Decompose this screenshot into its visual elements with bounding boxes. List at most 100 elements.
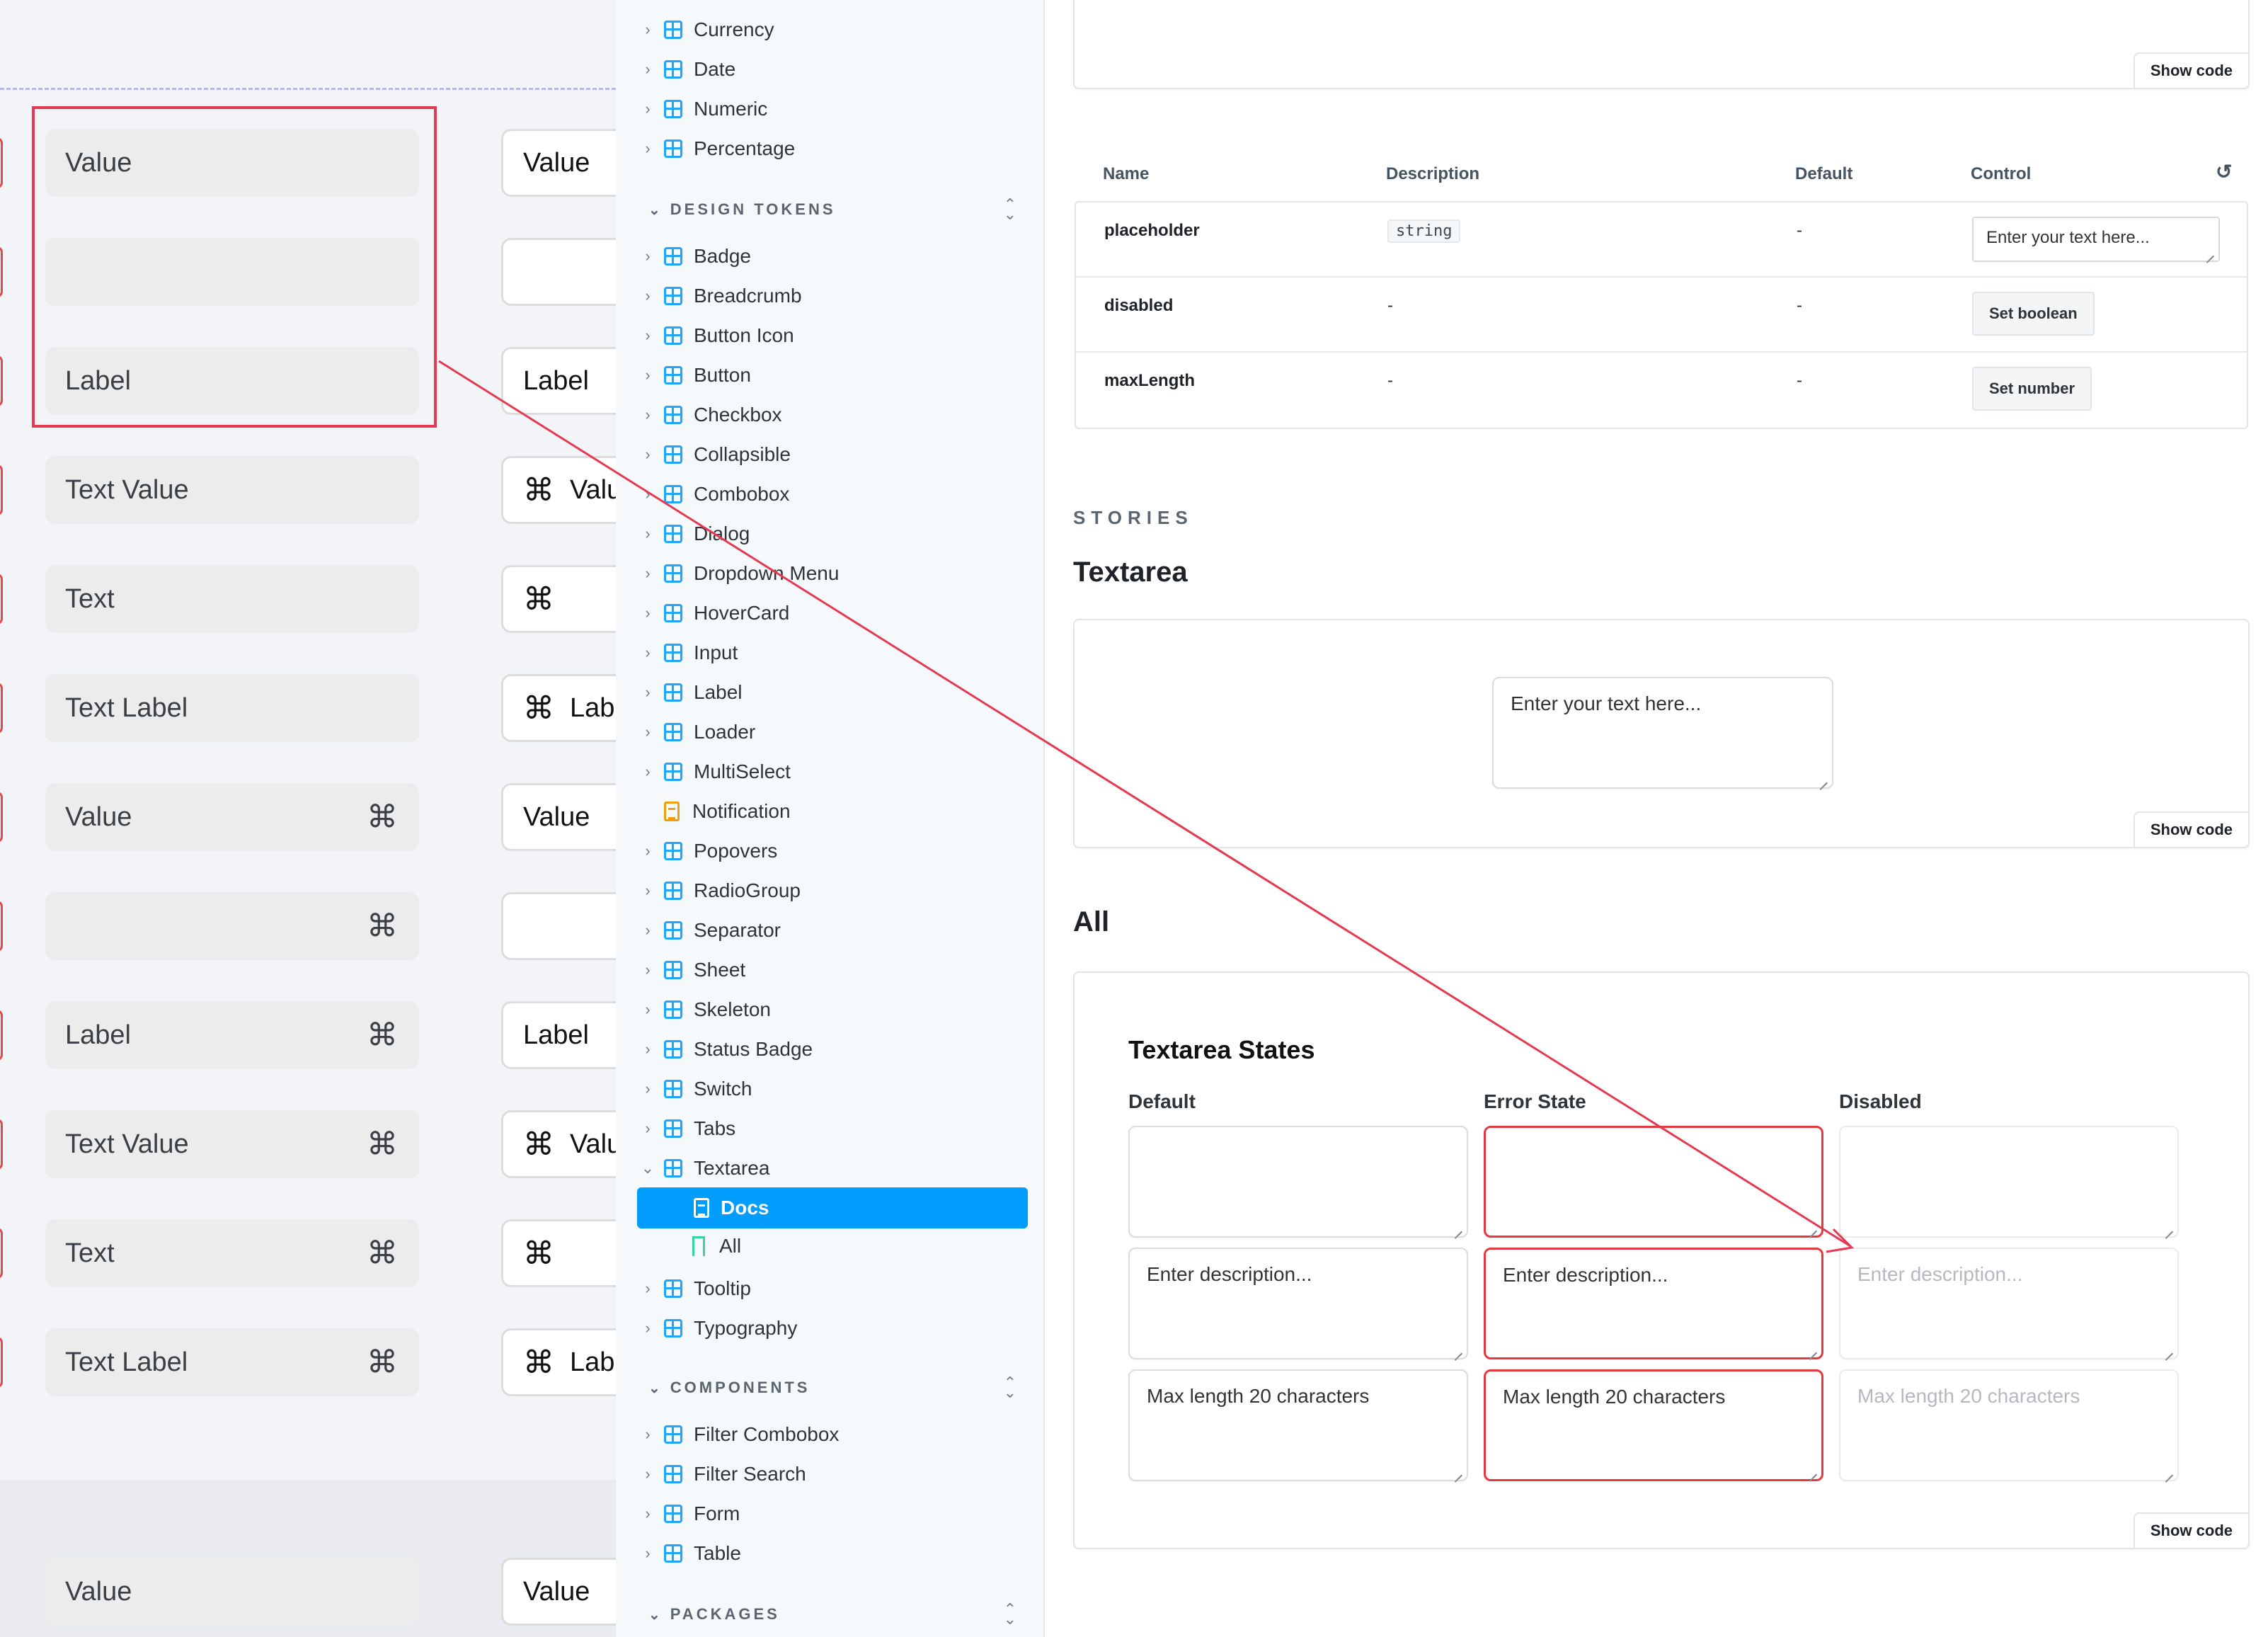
sidebar-item[interactable]: › Typography bbox=[640, 1310, 797, 1347]
sidebar-item[interactable]: › Table bbox=[640, 1535, 741, 1572]
chevron-right-icon: › bbox=[645, 247, 651, 265]
canvas-field-white[interactable]: ⌘ Lab bbox=[501, 1328, 616, 1396]
canvas-field-white[interactable]: Label bbox=[501, 1001, 616, 1069]
resize-handle-icon[interactable] bbox=[1453, 1466, 1462, 1476]
sidebar-item[interactable]: › Checkbox bbox=[640, 397, 781, 433]
sidebar-item[interactable]: › Label bbox=[640, 674, 742, 711]
expand-collapse-icon[interactable]: ⌃ ⌄ bbox=[1004, 197, 1016, 222]
canvas-field[interactable]: Value ⌘ bbox=[45, 783, 419, 851]
design-canvas[interactable]: Value Value Value Label Text Value Text Text… bbox=[0, 0, 616, 1637]
show-code-button[interactable]: Show code bbox=[2133, 1512, 2248, 1548]
sidebar-item[interactable]: › Sheet bbox=[640, 952, 745, 988]
resize-handle-icon[interactable] bbox=[1453, 1222, 1462, 1232]
show-code-button[interactable]: Show code bbox=[2133, 811, 2248, 847]
canvas-field-bottom[interactable]: Value bbox=[45, 1558, 419, 1626]
canvas-field[interactable]: ⌘ bbox=[45, 892, 419, 960]
sidebar-item[interactable]: › Separator bbox=[640, 912, 781, 949]
sidebar-item-textarea-docs[interactable]: Docs bbox=[637, 1187, 1028, 1228]
sidebar-item-label: Typography bbox=[694, 1317, 798, 1339]
maxLength-control-button[interactable]: Set number bbox=[1972, 367, 2092, 411]
sidebar-item-label: Popovers bbox=[694, 840, 778, 862]
sidebar-item[interactable]: › Date bbox=[640, 51, 735, 88]
resize-handle-icon[interactable] bbox=[1453, 1344, 1462, 1354]
sidebar-item[interactable]: › Button Icon bbox=[640, 317, 794, 354]
sidebar-item[interactable]: › Popovers bbox=[640, 833, 777, 869]
column-header-description: Description bbox=[1386, 164, 1480, 183]
sidebar-item[interactable]: › Input bbox=[640, 634, 738, 671]
expand-collapse-icon[interactable]: ⌃ ⌄ bbox=[1004, 1375, 1016, 1401]
sidebar-item[interactable]: › Percentage bbox=[640, 130, 795, 167]
canvas-field-white[interactable]: Label bbox=[501, 347, 616, 415]
section-design-tokens[interactable]: ⌄ DESIGN TOKENS bbox=[648, 195, 836, 224]
sidebar-item[interactable]: › Status Badge bbox=[640, 1031, 813, 1068]
canvas-field[interactable]: Text Label ⌘ bbox=[45, 1328, 419, 1396]
sidebar-item-textarea-all[interactable]: All bbox=[692, 1228, 741, 1265]
sidebar-item[interactable]: › Collapsible bbox=[640, 436, 791, 473]
show-code-button[interactable]: Show code bbox=[2133, 52, 2248, 88]
sidebar-item[interactable]: › Numeric bbox=[640, 91, 767, 127]
section-packages[interactable]: ⌄ PACKAGES bbox=[648, 1600, 780, 1629]
sidebar-item[interactable]: › MultiSelect bbox=[640, 753, 791, 790]
canvas-field-white[interactable]: ⌘ bbox=[501, 1219, 616, 1287]
canvas-field[interactable]: Text Value bbox=[45, 456, 419, 524]
sidebar-item[interactable]: › Combobox bbox=[640, 476, 789, 513]
canvas-field-white[interactable] bbox=[501, 238, 616, 306]
section-components[interactable]: ⌄ COMPONENTS bbox=[648, 1374, 810, 1402]
canvas-field-white[interactable]: Value bbox=[501, 129, 616, 197]
default-textarea[interactable]: Enter description... bbox=[1128, 1248, 1468, 1359]
canvas-field-white[interactable] bbox=[501, 892, 616, 960]
canvas-field[interactable]: Text Value ⌘ bbox=[45, 1110, 419, 1178]
sidebar-item[interactable]: › Filter Combobox bbox=[640, 1416, 839, 1453]
sidebar-item[interactable]: › Filter Search bbox=[640, 1456, 806, 1493]
sidebar-item[interactable]: › Dropdown Menu bbox=[640, 555, 839, 592]
sidebar-item[interactable]: › Skeleton bbox=[640, 991, 771, 1028]
canvas-field[interactable]: Text ⌘ bbox=[45, 1219, 419, 1287]
chevron-right-icon: › bbox=[645, 1465, 651, 1483]
canvas-field-white[interactable]: ⌘ bbox=[501, 565, 616, 633]
canvas-field-white[interactable]: ⌘ Lab bbox=[501, 674, 616, 742]
canvas-field-bottom-white[interactable]: Value bbox=[501, 1558, 616, 1626]
sidebar-item[interactable]: Notification bbox=[640, 793, 791, 830]
canvas-field-white[interactable]: ⌘ Valu bbox=[501, 1110, 616, 1178]
default-textarea[interactable] bbox=[1128, 1126, 1468, 1238]
canvas-field[interactable]: Value bbox=[45, 129, 419, 197]
canvas-field[interactable]: Text Label bbox=[45, 674, 419, 742]
canvas-field-white[interactable]: ⌘ Valu bbox=[501, 456, 616, 524]
default-textarea[interactable]: Max length 20 characters bbox=[1128, 1369, 1468, 1481]
sidebar-item[interactable]: › Button bbox=[640, 357, 751, 394]
args-table: placeholder string - Enter your text here..… bbox=[1075, 201, 2248, 429]
error-textarea[interactable]: Enter description... bbox=[1484, 1248, 1823, 1359]
error-textarea[interactable] bbox=[1484, 1126, 1823, 1238]
sidebar-item[interactable]: › RadioGroup bbox=[640, 872, 801, 909]
sidebar-item[interactable]: › Form bbox=[640, 1495, 740, 1532]
story-textarea[interactable]: Enter your text here... bbox=[1492, 677, 1833, 789]
resize-handle-icon[interactable] bbox=[2204, 246, 2214, 256]
canvas-field[interactable] bbox=[45, 238, 419, 306]
expand-collapse-icon[interactable]: ⌃ ⌄ bbox=[1004, 1602, 1016, 1627]
resize-handle-icon[interactable] bbox=[1818, 773, 1828, 783]
reset-icon[interactable]: ↺ bbox=[2216, 160, 2232, 183]
resize-handle-icon[interactable] bbox=[1807, 1221, 1817, 1231]
resize-handle-icon[interactable] bbox=[1807, 1343, 1817, 1353]
sidebar-item[interactable]: › Badge bbox=[640, 238, 751, 275]
chevron-right-icon: › bbox=[645, 485, 651, 503]
sidebar-item[interactable]: ⌄ Textarea bbox=[640, 1150, 770, 1187]
resize-handle-icon[interactable] bbox=[1807, 1465, 1817, 1475]
sidebar-item[interactable]: › Tabs bbox=[640, 1110, 735, 1147]
placeholder-control-input[interactable]: Enter your text here... bbox=[1972, 217, 2220, 262]
error-textarea[interactable]: Max length 20 characters bbox=[1484, 1369, 1823, 1481]
sidebar-item[interactable]: › Breadcrumb bbox=[640, 278, 801, 314]
component-icon bbox=[664, 961, 682, 979]
canvas-field[interactable]: Text bbox=[45, 565, 419, 633]
canvas-field-white[interactable]: Value bbox=[501, 783, 616, 851]
sidebar-item[interactable]: › HoverCard bbox=[640, 595, 789, 632]
sidebar-item[interactable]: › Currency bbox=[640, 11, 774, 48]
sidebar-item[interactable]: › Tooltip bbox=[640, 1270, 751, 1307]
component-icon bbox=[664, 564, 682, 583]
sidebar-item[interactable]: › Dialog bbox=[640, 515, 750, 552]
canvas-field[interactable]: Label ⌘ bbox=[45, 1001, 419, 1069]
sidebar-item[interactable]: › Switch bbox=[640, 1071, 752, 1107]
sidebar-item[interactable]: › Loader bbox=[640, 714, 755, 751]
disabled-control-button[interactable]: Set boolean bbox=[1972, 292, 2095, 336]
canvas-field[interactable]: Label bbox=[45, 347, 419, 415]
